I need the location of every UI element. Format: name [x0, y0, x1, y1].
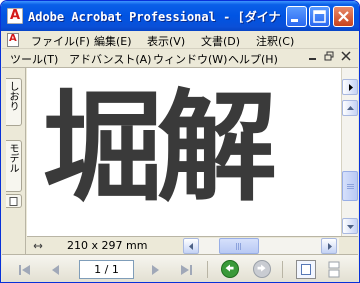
acrobat-window: A Adobe Acrobat Professional - [ダイナフ… A … — [0, 0, 360, 283]
horizontal-scroll-thumb[interactable] — [219, 238, 259, 254]
page-size-label: 210 x 297 mm — [67, 239, 148, 252]
scroll-right-arrow-button[interactable] — [342, 79, 358, 95]
continuous-view-button[interactable] — [324, 260, 344, 279]
vertical-scrollbar[interactable] — [341, 68, 358, 236]
maximize-button[interactable] — [309, 6, 330, 27]
single-page-icon — [301, 264, 311, 275]
menu-comments[interactable]: 注釈(C) — [256, 33, 294, 48]
arrow-right-icon — [349, 84, 353, 91]
single-page-view-button[interactable] — [296, 260, 316, 279]
forward-arrow-icon — [257, 264, 266, 272]
menu-edit[interactable]: 編集(E) — [94, 33, 132, 48]
tab-pages[interactable] — [6, 194, 22, 208]
navigation-pane: しおり モデル — [2, 68, 26, 254]
minimize-button[interactable] — [286, 6, 307, 27]
previous-page-icon — [52, 265, 59, 275]
document-menu-icon[interactable]: A — [7, 33, 19, 47]
status-navigation-bar: 1 / 1 — [2, 254, 358, 282]
next-view-button[interactable] — [253, 260, 271, 278]
pdf-page: 堀解 — [33, 70, 341, 236]
next-page-button[interactable] — [146, 261, 164, 279]
toolbar-separator — [207, 261, 208, 278]
close-icon — [338, 11, 349, 22]
first-page-icon — [19, 265, 30, 275]
arrow-up-icon — [347, 106, 354, 110]
menu-tools[interactable]: ツール(T) — [10, 51, 58, 66]
previous-view-button[interactable] — [221, 260, 239, 278]
menu-document[interactable]: 文書(D) — [201, 33, 240, 48]
pages-icon — [9, 197, 18, 206]
menu-bar-primary: A ファイル(F) 編集(E) 表示(V) 文書(D) 注釈(C) — [2, 31, 358, 49]
menu-file[interactable]: ファイル(F) — [31, 33, 90, 48]
doc-restore-button[interactable] — [322, 51, 336, 65]
scroll-down-button[interactable] — [342, 218, 358, 234]
page-number-field[interactable]: 1 / 1 — [79, 260, 134, 279]
page-info-bar: 210 x 297 mm — [27, 236, 358, 254]
continuous-page-icon — [328, 261, 340, 278]
document-view[interactable]: 堀解 — [27, 68, 341, 236]
pane-resize-icon[interactable] — [33, 241, 43, 251]
doc-minimize-button[interactable] — [306, 51, 320, 65]
previous-page-button[interactable] — [47, 261, 65, 279]
maximize-icon — [313, 10, 326, 23]
vertical-scroll-thumb[interactable] — [342, 171, 358, 201]
page-glyphs: 堀解 — [43, 79, 277, 218]
menu-window[interactable]: ウィンドウ(W) — [153, 51, 227, 66]
doc-close-button[interactable] — [339, 51, 353, 65]
menu-bar-secondary: ツール(T) アドバンスト(A) ウィンドウ(W) ヘルプ(H) — [2, 49, 358, 68]
tab-bookmarks[interactable]: しおり — [6, 78, 22, 126]
title-bar[interactable]: A Adobe Acrobat Professional - [ダイナフ… — [1, 1, 359, 31]
last-page-icon — [181, 265, 192, 275]
toolbar-separator — [282, 261, 283, 278]
menu-help[interactable]: ヘルプ(H) — [228, 51, 278, 66]
scroll-right-button[interactable] — [321, 238, 337, 254]
acrobat-app-icon[interactable]: A — [7, 8, 23, 24]
next-page-icon — [152, 265, 159, 275]
scroll-up-button[interactable] — [342, 100, 358, 116]
horizontal-scrollbar[interactable] — [183, 238, 339, 254]
restore-icon — [324, 51, 334, 61]
tab-model[interactable]: モデル — [6, 140, 22, 192]
close-button[interactable] — [333, 6, 354, 27]
window-title: Adobe Acrobat Professional - [ダイナフ… — [28, 10, 282, 24]
menu-advanced[interactable]: アドバンスト(A) — [69, 51, 151, 66]
arrow-left-icon — [189, 243, 193, 250]
menu-view[interactable]: 表示(V) — [147, 33, 185, 48]
scroll-left-button[interactable] — [183, 238, 199, 254]
close-icon — [341, 51, 351, 61]
last-page-button[interactable] — [177, 261, 195, 279]
arrow-right-icon — [328, 243, 332, 250]
scroll-corner — [341, 238, 357, 254]
arrow-down-icon — [347, 225, 354, 229]
minimize-icon — [291, 19, 298, 22]
back-arrow-icon — [225, 264, 234, 272]
first-page-button[interactable] — [16, 261, 34, 279]
minimize-icon — [309, 58, 316, 60]
